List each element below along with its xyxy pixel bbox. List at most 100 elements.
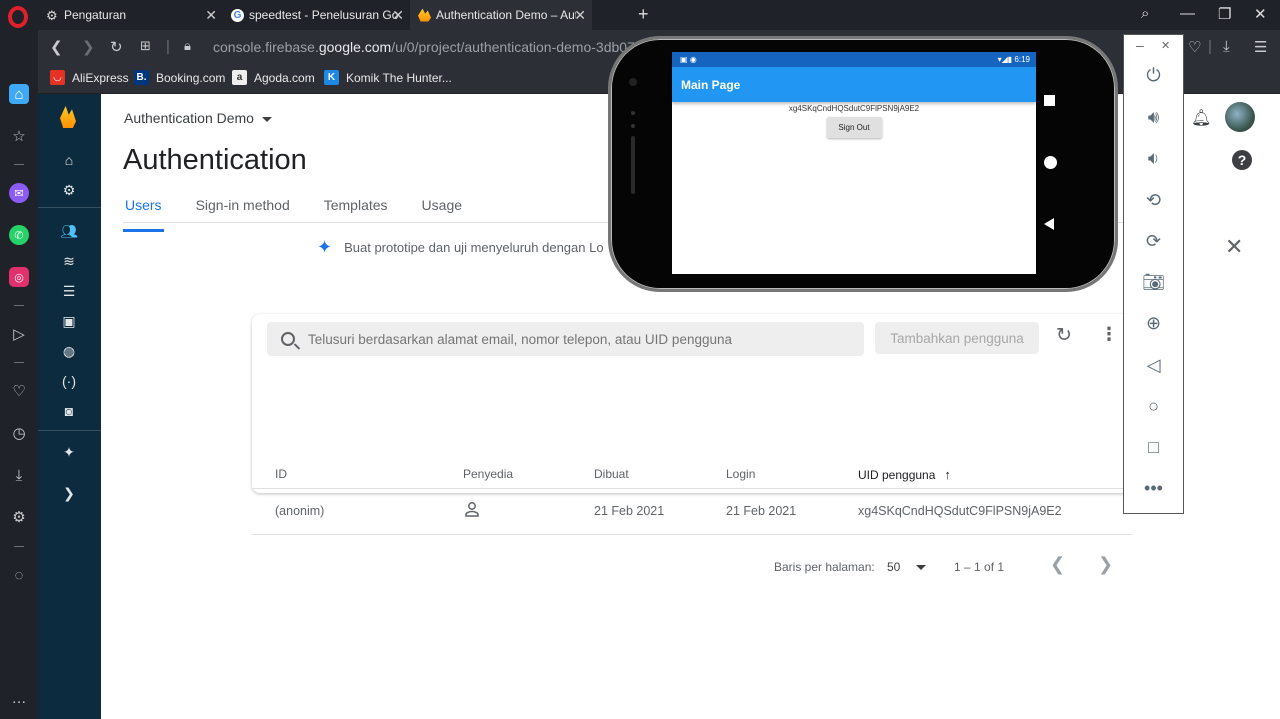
opera-logo-icon[interactable] <box>8 6 28 28</box>
row-id: (anonim) <box>275 504 325 518</box>
prev-page-icon[interactable]: ❮ <box>1050 554 1065 575</box>
messenger-icon[interactable]: ✉ <box>9 183 29 203</box>
search-input[interactable] <box>308 331 848 347</box>
rows-per-page-select[interactable]: 50 <box>887 560 927 574</box>
tab-authentication-demo[interactable]: Authentication Demo – Aut ✕ <box>410 0 592 30</box>
gear-icon[interactable]: ⚙ <box>60 181 78 199</box>
row-created: 21 Feb 2021 <box>594 504 665 518</box>
tab-templates[interactable]: Templates <box>322 197 390 223</box>
whatsapp-icon[interactable]: ✆ <box>9 225 29 245</box>
home-icon[interactable]: ○ <box>1124 396 1183 417</box>
opera-sidebar: ⌂ ☆ ✉ ✆ ◎ ▷ ♡ ◷ ⤓ ⚙ ◌ … <box>0 0 38 719</box>
more-icon[interactable]: … <box>9 688 29 708</box>
overview-icon[interactable]: □ <box>1124 437 1183 458</box>
help-icon[interactable]: ? <box>1232 150 1252 170</box>
minimize-icon[interactable]: — <box>1180 5 1195 22</box>
bookmarks-icon[interactable]: ☆ <box>9 126 29 146</box>
rotate-left-icon[interactable]: ⟲ <box>1124 190 1183 211</box>
col-uid[interactable]: UID pengguna ↑ <box>858 467 951 482</box>
search-icon <box>281 332 295 346</box>
col-created[interactable]: Dibuat <box>594 467 629 481</box>
rotate-right-icon[interactable]: ⟳ <box>1124 231 1183 252</box>
history-icon[interactable]: ◷ <box>9 423 29 443</box>
player-icon[interactable]: ▷ <box>9 324 29 344</box>
tab-speedtest[interactable]: G speedtest - Penelusuran Go ✕ <box>223 0 410 30</box>
hosting-icon[interactable]: ◍ <box>60 342 78 360</box>
url-field[interactable]: console.firebase.google.com/u/0/project/… <box>213 39 639 55</box>
volume-down-icon[interactable]: 🔉︎ <box>1124 148 1183 169</box>
tab-settings[interactable]: ⚙ Pengaturan ✕ <box>38 0 223 30</box>
more-vert-icon[interactable]: ⋮ <box>1100 324 1118 345</box>
user-uid-text: xg4SKqCndHQSdutC9FlPSN9jA9E2 <box>788 104 920 113</box>
refresh-icon[interactable]: ↻ <box>1056 324 1072 347</box>
instagram-icon[interactable]: ◎ <box>9 267 29 287</box>
bookmark-aliexpress[interactable]: ◡ AliExpress <box>50 70 129 85</box>
reload-icon[interactable]: ↻ <box>110 38 123 56</box>
komik-icon: K <box>324 70 339 85</box>
storage-icon[interactable]: ▣ <box>60 312 78 330</box>
close-tab-icon[interactable]: ✕ <box>574 7 586 24</box>
bookmark-agoda[interactable]: a Agoda.com <box>232 70 315 85</box>
notifications-icon[interactable]: 🔔︎ <box>1191 108 1211 128</box>
forward-icon[interactable]: ❯ <box>82 38 95 56</box>
volume-up-icon[interactable]: 🔊︎ <box>1124 107 1183 128</box>
chevron-down-icon <box>261 116 272 122</box>
tab-usage[interactable]: Usage <box>420 197 464 223</box>
power-icon[interactable]: ⏻ <box>1124 65 1183 86</box>
close-banner-icon[interactable]: ✕ <box>1225 234 1243 260</box>
lock-icon[interactable]: 🔒︎ <box>184 38 191 54</box>
back-icon[interactable]: ◁ <box>1124 355 1183 376</box>
close-window-icon[interactable]: ✕ <box>1254 5 1267 23</box>
home-icon[interactable]: ⌂ <box>60 151 78 169</box>
new-tab-icon[interactable]: + <box>638 4 649 25</box>
expand-icon[interactable]: ❯ <box>60 484 78 502</box>
firestore-icon[interactable]: ≋ <box>60 252 78 270</box>
authentication-icon[interactable]: 👥︎ <box>60 222 78 240</box>
more-icon[interactable]: ••• <box>1124 478 1183 499</box>
project-selector[interactable]: Authentication Demo <box>124 110 272 126</box>
extensions-icon[interactable]: ✦ <box>60 443 78 461</box>
back-icon[interactable]: ❮ <box>50 38 63 56</box>
android-recents-icon[interactable] <box>1044 95 1055 106</box>
person-icon <box>465 502 479 517</box>
screenshot-icon[interactable]: 📷︎ <box>1124 272 1183 293</box>
lightbulb-icon[interactable]: ◌ <box>9 565 29 585</box>
firebase-logo-icon[interactable] <box>60 106 76 128</box>
next-page-icon[interactable]: ❯ <box>1098 554 1113 575</box>
col-provider[interactable]: Penyedia <box>463 467 513 481</box>
settings-icon[interactable]: ⚙ <box>9 507 29 527</box>
functions-icon[interactable]: (·) <box>60 372 78 390</box>
search-box[interactable] <box>267 322 864 356</box>
speed-dial-icon[interactable]: ⌂ <box>9 84 29 104</box>
close-tab-icon[interactable]: ✕ <box>392 7 404 24</box>
promo-banner[interactable]: ✦ Buat prototipe dan uji menyeluruh denga… <box>317 237 604 258</box>
add-user-button[interactable]: Tambahkan pengguna <box>875 322 1039 354</box>
chevron-down-icon <box>916 565 927 571</box>
ml-robot-icon[interactable]: ◙ <box>60 402 78 420</box>
heart-icon[interactable]: ♡ <box>1188 38 1201 56</box>
close-tab-icon[interactable]: ✕ <box>205 7 217 24</box>
bookmark-komik[interactable]: K Komik The Hunter... <box>324 70 452 85</box>
database-icon[interactable]: ☰ <box>60 282 78 300</box>
tabs-grid-icon[interactable]: ⊞ <box>140 38 151 54</box>
google-icon: G <box>231 8 244 22</box>
android-home-icon[interactable] <box>1044 156 1057 169</box>
tab-sign-in-method[interactable]: Sign-in method <box>194 197 292 223</box>
col-login[interactable]: Login <box>726 467 755 481</box>
bookmark-booking[interactable]: B. Booking.com <box>134 70 225 85</box>
heart-icon[interactable]: ♡ <box>9 381 29 401</box>
maximize-icon[interactable]: ❐ <box>1218 5 1231 23</box>
zoom-icon[interactable]: ⊕ <box>1124 313 1183 334</box>
minimize-icon[interactable]: – <box>1136 37 1144 53</box>
sign-out-button[interactable]: Sign Out <box>826 117 882 138</box>
android-back-icon[interactable] <box>1044 218 1054 230</box>
camera-icon <box>629 78 637 86</box>
col-id[interactable]: ID <box>275 467 287 481</box>
menu-icon[interactable]: ☰ <box>1254 38 1267 56</box>
avatar[interactable] <box>1225 102 1255 132</box>
download-icon[interactable]: ⤓ <box>1223 38 1230 55</box>
search-tabs-icon[interactable]: ⌕ <box>1141 5 1149 22</box>
tab-users[interactable]: Users <box>123 197 164 232</box>
downloads-icon[interactable]: ⤓ <box>9 465 29 485</box>
close-icon[interactable]: ✕ <box>1161 39 1170 52</box>
